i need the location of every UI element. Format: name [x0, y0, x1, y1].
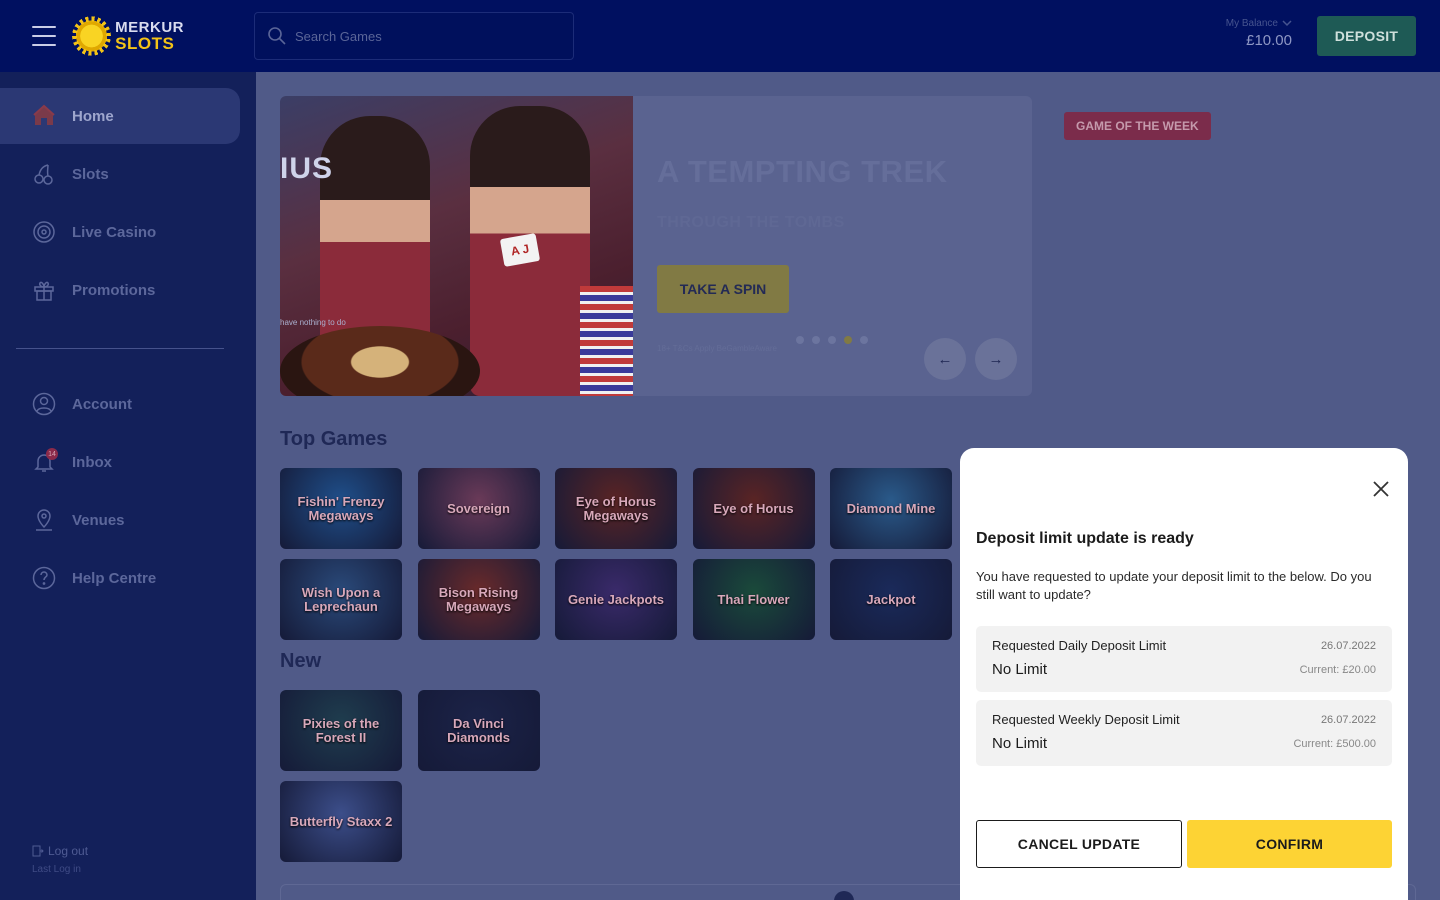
sun-logo-icon	[72, 16, 112, 56]
carousel-dot[interactable]	[812, 336, 820, 344]
hero-terms: 18+ T&Cs Apply BeGambleAware	[657, 344, 777, 353]
deposit-limit-modal: Deposit limit update is ready You have r…	[960, 448, 1408, 900]
sidebar-item-venues[interactable]: Venues	[0, 492, 240, 548]
inbox-badge: 14	[46, 448, 58, 460]
carousel-dot[interactable]	[860, 336, 868, 344]
sidebar-item-promotions[interactable]: Promotions	[0, 262, 240, 318]
carousel-prev-button[interactable]: ←	[924, 338, 966, 380]
carousel-dot[interactable]	[828, 336, 836, 344]
chips-image	[580, 286, 633, 396]
sidebar-item-inbox[interactable]: 14 Inbox	[0, 434, 240, 490]
top-bar: MERKUR SLOTS My Balance £10.00 DEPOSIT	[0, 0, 1440, 72]
info-icon[interactable]	[834, 891, 854, 900]
limit-value: No Limit	[992, 661, 1048, 678]
sidebar-item-label: Inbox	[72, 453, 112, 471]
cancel-update-button[interactable]: CANCEL UPDATE	[976, 820, 1182, 868]
game-tile[interactable]: Fishin' Frenzy Megaways	[280, 468, 402, 549]
hero-partial-title: IUS	[280, 152, 334, 185]
logout-label: Log out	[48, 844, 89, 858]
last-login-label: Last Log in	[32, 864, 81, 875]
game-tile[interactable]: Pixies of the Forest II	[280, 690, 402, 771]
game-tile[interactable]: Eye of Horus	[692, 468, 815, 549]
limit-label: Requested Weekly Deposit Limit	[992, 712, 1180, 727]
game-tile[interactable]: Wish Upon a Leprechaun	[280, 559, 402, 640]
limit-date: 26.07.2022	[1320, 640, 1376, 652]
weekly-limit-card: Requested Weekly Deposit Limit 26.07.202…	[976, 700, 1392, 766]
roulette-icon	[32, 220, 56, 244]
game-tile[interactable]: Da Vinci Diamonds	[417, 690, 540, 771]
gift-icon	[32, 278, 56, 302]
game-tile[interactable]: Eye of Horus Megaways	[555, 468, 677, 549]
game-tile[interactable]: Bison Rising Megaways	[417, 559, 540, 640]
confirm-button[interactable]: CONFIRM	[1187, 820, 1392, 868]
take-a-spin-button[interactable]: TAKE A SPIN	[657, 265, 789, 313]
sidebar-item-label: Account	[72, 395, 132, 413]
new-games-title: New	[280, 650, 322, 672]
carousel-dots	[796, 336, 868, 344]
search-input[interactable]	[295, 28, 555, 44]
game-tile[interactable]: Sovereign	[417, 468, 540, 549]
sidebar-divider	[16, 348, 224, 349]
sidebar-item-label: Live Casino	[72, 223, 157, 241]
hero-image: A J IUS have nothing to do	[280, 96, 633, 396]
user-icon	[32, 392, 56, 416]
close-icon[interactable]	[1370, 478, 1392, 500]
deposit-button[interactable]: DEPOSIT	[1317, 16, 1416, 56]
sidebar-item-label: Help Centre	[72, 569, 157, 587]
carousel-dot[interactable]	[796, 336, 804, 344]
top-games-title: Top Games	[280, 428, 388, 450]
menu-icon[interactable]	[32, 26, 56, 46]
limit-value: No Limit	[992, 735, 1048, 752]
search-icon	[268, 27, 286, 45]
cherries-icon	[32, 162, 56, 186]
game-of-the-week-badge: GAME OF THE WEEK	[1064, 112, 1211, 140]
sidebar-item-label: Venues	[72, 511, 125, 529]
logo-line1: MERKUR	[115, 19, 184, 36]
game-tile[interactable]: Thai Flower	[692, 559, 815, 640]
search-box[interactable]	[254, 12, 574, 60]
game-tile[interactable]: Jackpot	[830, 559, 952, 640]
sidebar-item-account[interactable]: Account	[0, 376, 240, 432]
logo[interactable]: MERKUR SLOTS	[72, 14, 184, 58]
roulette-image	[280, 326, 480, 396]
sidebar-item-slots[interactable]: Slots	[0, 146, 240, 202]
modal-title: Deposit limit update is ready	[976, 530, 1194, 547]
sidebar-item-label: Slots	[72, 165, 109, 183]
chevron-down-icon	[1282, 20, 1292, 27]
carousel-next-button[interactable]: →	[975, 338, 1017, 380]
sidebar-item-label: Promotions	[72, 281, 156, 299]
game-tile[interactable]: Genie Jackpots	[555, 559, 677, 640]
balance-value: £10.00	[1246, 32, 1292, 49]
game-tile[interactable]: Diamond Mine	[830, 468, 952, 549]
location-icon	[32, 508, 56, 532]
logout-icon	[32, 845, 44, 857]
sidebar-item-help-centre[interactable]: Help Centre	[0, 550, 240, 606]
sidebar: Home Slots Live Casino Promotions Accoun…	[0, 72, 256, 900]
balance[interactable]: My Balance £10.00	[1226, 18, 1292, 49]
limit-date: 26.07.2022	[1320, 714, 1376, 726]
hero-banner[interactable]: A J IUS have nothing to do A TEMPTING TR…	[280, 96, 1032, 396]
help-icon	[32, 566, 56, 590]
hero-tiny-text: have nothing to do	[280, 318, 346, 327]
sidebar-item-label: Home	[72, 107, 114, 125]
limit-current: Current: £500.00	[1293, 738, 1376, 750]
sidebar-item-home[interactable]: Home	[0, 88, 240, 144]
home-icon	[32, 104, 56, 128]
modal-text: You have requested to update your deposi…	[976, 569, 1372, 602]
carousel-dot-active[interactable]	[844, 336, 852, 344]
logo-line2: SLOTS	[115, 34, 175, 53]
hero-subtitle: THROUGH THE TOMBS	[657, 214, 845, 231]
logout-link[interactable]: Log out	[32, 844, 88, 858]
game-tile[interactable]: Butterfly Staxx 2	[280, 781, 402, 862]
sidebar-item-live-casino[interactable]: Live Casino	[0, 204, 240, 260]
hero-title: A TEMPTING TREK	[657, 154, 948, 189]
limit-current: Current: £20.00	[1299, 664, 1376, 676]
balance-label: My Balance	[1225, 18, 1278, 29]
daily-limit-card: Requested Daily Deposit Limit 26.07.2022…	[976, 626, 1392, 692]
limit-label: Requested Daily Deposit Limit	[992, 638, 1167, 653]
